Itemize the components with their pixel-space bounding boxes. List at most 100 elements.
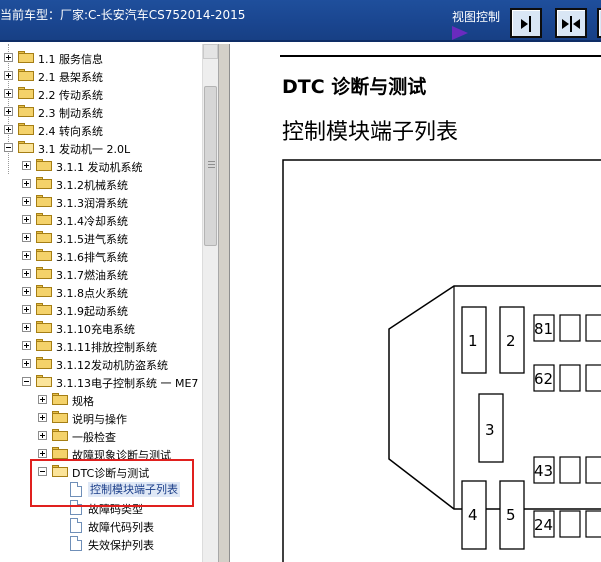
folder-icon	[52, 411, 68, 423]
expand-icon[interactable]	[22, 179, 31, 188]
tree-item[interactable]: 3.1.10充电系统	[0, 319, 202, 337]
document-icon	[70, 536, 82, 551]
folder-icon	[52, 393, 68, 405]
vehicle-model-label: 当前车型：厂家:C-长安汽车CS752014-2015	[0, 8, 246, 22]
expand-icon[interactable]	[22, 251, 31, 260]
folder-open-icon	[36, 375, 52, 387]
expand-icon[interactable]	[4, 125, 13, 134]
tree-item[interactable]: 3.1.8点火系统	[0, 283, 202, 301]
folder-icon	[36, 249, 52, 261]
folder-icon	[36, 357, 52, 369]
arrows-to-center-icon	[562, 16, 580, 32]
folder-icon	[18, 69, 34, 81]
expand-icon[interactable]	[22, 323, 31, 332]
folder-icon	[18, 105, 34, 117]
tree-item-label: 2.4 转向系统	[38, 125, 103, 138]
selection-highlight-box	[30, 459, 194, 507]
collapse-icon[interactable]	[4, 143, 13, 152]
folder-icon	[36, 339, 52, 351]
folder-icon	[52, 447, 68, 459]
scrollbar-thumb[interactable]	[204, 86, 217, 246]
tree-item-label: 3.1.8点火系统	[56, 287, 128, 300]
tree-item[interactable]: 3.1 发动机一 2.0L	[0, 139, 202, 157]
tree-item-label: 3.1.9起动系统	[56, 305, 128, 318]
tree-item[interactable]: 3.1.5进气系统	[0, 229, 202, 247]
small-pin	[585, 510, 601, 538]
tree-item[interactable]: 3.1.12发动机防盗系统	[0, 355, 202, 373]
expand-icon[interactable]	[22, 161, 31, 170]
small-pin	[559, 456, 581, 484]
small-pin	[559, 510, 581, 538]
connector-diagram: 1 2 3 4 5 81 62 43 24	[282, 159, 601, 562]
tree-item-label: 3.1.10充电系统	[56, 323, 135, 336]
expand-icon[interactable]	[22, 305, 31, 314]
pin-label-3: 3	[485, 421, 495, 439]
collapse-icon[interactable]	[22, 377, 31, 386]
expand-icon[interactable]	[22, 197, 31, 206]
tree-item[interactable]: 2.3 制动系统	[0, 103, 202, 121]
folder-icon	[18, 123, 34, 135]
folder-icon	[52, 429, 68, 441]
tree-item-label: 3.1.2机械系统	[56, 179, 128, 192]
expand-icon[interactable]	[38, 413, 47, 422]
header-rule	[280, 55, 601, 57]
pin-label-24: 24	[534, 516, 553, 534]
expand-icon[interactable]	[4, 89, 13, 98]
view-control-arrow-icon	[452, 26, 468, 40]
expand-icon[interactable]	[38, 395, 47, 404]
tree-item[interactable]: 一般检查	[0, 427, 202, 445]
tree-item[interactable]: 3.1.7燃油系统	[0, 265, 202, 283]
tree-item[interactable]: 故障代码列表	[0, 517, 202, 535]
tree-item[interactable]: 3.1.2机械系统	[0, 175, 202, 193]
pin-label-2: 2	[506, 332, 516, 350]
expand-icon[interactable]	[22, 287, 31, 296]
collapse-left-panel-button[interactable]	[510, 8, 542, 38]
view-control-label: 视图控制	[452, 10, 501, 24]
expand-icon[interactable]	[22, 341, 31, 350]
tree-item-label: 3.1.13电子控制系统 一 ME7	[56, 377, 199, 390]
tree-item[interactable]: 3.1.3润滑系统	[0, 193, 202, 211]
page-title: 控制模块端子列表	[282, 120, 459, 145]
expand-icon[interactable]	[22, 233, 31, 242]
tree-item[interactable]: 3.1.1 发动机系统	[0, 157, 202, 175]
panel-splitter[interactable]	[218, 44, 230, 562]
tree-item[interactable]: 2.4 转向系统	[0, 121, 202, 139]
tree-item[interactable]: 2.1 悬架系统	[0, 67, 202, 85]
tree-item[interactable]: 3.1.4冷却系统	[0, 211, 202, 229]
tree-item[interactable]: 3.1.9起动系统	[0, 301, 202, 319]
expand-icon[interactable]	[38, 431, 47, 440]
small-pin	[585, 456, 601, 484]
tree-item[interactable]: 失效保护列表	[0, 535, 202, 553]
arrow-to-bar-right-icon	[521, 16, 531, 32]
expand-icon[interactable]	[4, 71, 13, 80]
tree-item[interactable]: 2.2 传动系统	[0, 85, 202, 103]
split-view-button[interactable]	[555, 8, 587, 38]
tree-vertical-scrollbar[interactable]	[202, 44, 218, 562]
expand-icon[interactable]	[4, 107, 13, 116]
folder-icon	[36, 159, 52, 171]
tree-item[interactable]: 1.1 服务信息	[0, 49, 202, 67]
small-pin	[585, 314, 601, 342]
tree-item[interactable]: 3.1.11排放控制系统	[0, 337, 202, 355]
folder-icon	[36, 213, 52, 225]
scroll-up-button[interactable]	[203, 44, 218, 59]
expand-icon[interactable]	[22, 215, 31, 224]
tree-item-label: 3.1.3润滑系统	[56, 197, 128, 210]
tree-item-label: 2.1 悬架系统	[38, 71, 103, 84]
pin-label-4: 4	[468, 506, 478, 524]
tree-item[interactable]: 3.1.13电子控制系统 一 ME7	[0, 373, 202, 391]
tree-item-label: 3.1.12发动机防盗系统	[56, 359, 168, 372]
tree-item-label: 3.1.11排放控制系统	[56, 341, 157, 354]
tree-item[interactable]: 规格	[0, 391, 202, 409]
expand-icon[interactable]	[38, 449, 47, 458]
tree-item-label: 规格	[72, 395, 94, 408]
expand-icon[interactable]	[4, 53, 13, 62]
folder-icon	[36, 285, 52, 297]
tree-item[interactable]: 3.1.6排气系统	[0, 247, 202, 265]
expand-icon[interactable]	[22, 359, 31, 368]
pin-label-5: 5	[506, 506, 516, 524]
expand-icon[interactable]	[22, 269, 31, 278]
tree-item-label: 失效保护列表	[88, 539, 154, 552]
tree-item[interactable]: 说明与操作	[0, 409, 202, 427]
expand-right-panel-button[interactable]	[597, 8, 601, 38]
